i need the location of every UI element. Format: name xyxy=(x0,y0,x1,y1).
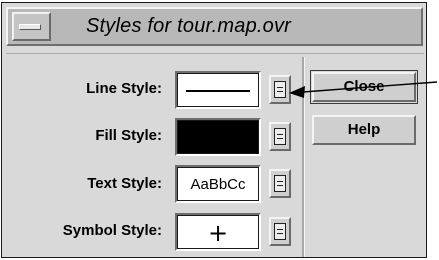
title-separator xyxy=(6,53,424,54)
close-button[interactable]: Close xyxy=(310,70,418,104)
help-button[interactable]: Help xyxy=(312,115,416,145)
option-menu-icon xyxy=(274,223,286,240)
symbol-style-sample: + xyxy=(207,219,229,247)
text-style-sample: AaBbCc xyxy=(190,176,246,193)
symbol-style-swatch[interactable]: + xyxy=(175,213,261,251)
text-style-label: Text Style: xyxy=(87,175,162,192)
fill-style-swatch[interactable] xyxy=(175,118,261,156)
option-menu-icon xyxy=(274,81,286,98)
line-style-label: Line Style: xyxy=(86,80,162,97)
fill-style-label: Fill Style: xyxy=(95,127,162,144)
window-title: Styles for tour.map.ovr xyxy=(86,15,292,37)
symbol-style-swatch-frame: + xyxy=(177,215,259,249)
window-menu-icon[interactable] xyxy=(12,12,51,41)
styles-dialog: Styles for tour.map.ovr Line Style: Fill… xyxy=(1,2,427,258)
line-style-swatch[interactable] xyxy=(175,71,261,109)
text-style-swatch[interactable]: AaBbCc xyxy=(175,165,261,203)
symbol-style-label: Symbol Style: xyxy=(62,222,162,239)
text-style-menu-button[interactable] xyxy=(269,169,291,198)
line-style-sample xyxy=(186,90,250,92)
button-column-separator xyxy=(302,57,305,257)
line-style-menu-button[interactable] xyxy=(269,75,291,104)
title-bar[interactable]: Styles for tour.map.ovr xyxy=(6,7,423,46)
line-style-swatch-frame xyxy=(177,73,259,107)
option-menu-icon xyxy=(274,128,286,145)
fill-style-menu-button[interactable] xyxy=(269,122,291,151)
option-menu-icon xyxy=(274,175,286,192)
window-menu-bar xyxy=(19,24,41,30)
symbol-style-menu-button[interactable] xyxy=(269,217,291,246)
fill-style-sample xyxy=(177,120,259,154)
screenshot-stage: Styles for tour.map.ovr Line Style: Fill… xyxy=(0,0,439,260)
text-style-swatch-frame: AaBbCc xyxy=(177,167,259,201)
